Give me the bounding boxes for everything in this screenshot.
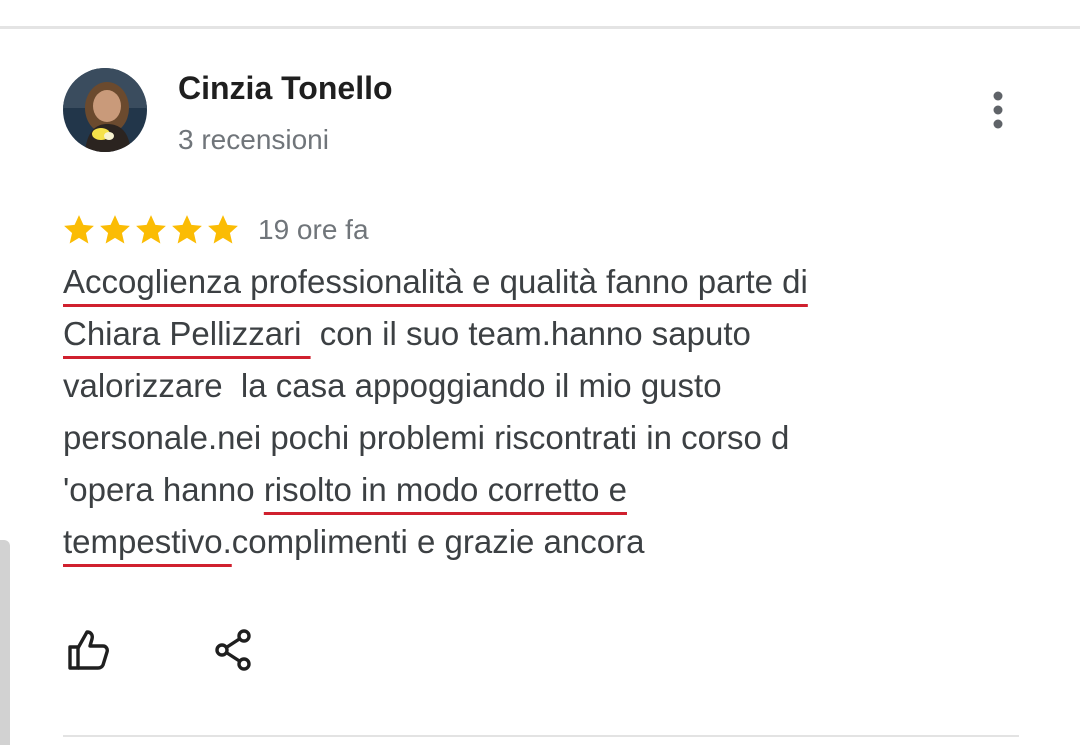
underlined-text: Chiara Pellizzari [63,315,311,352]
review-time: 19 ore fa [258,214,369,245]
share-button[interactable] [205,622,261,678]
rating-row: 19 ore fa [62,208,369,252]
review-text-segment: 'opera hanno [63,471,264,508]
review-text-line: valorizzare la casa appoggiando il mio g… [63,360,943,412]
review-text-line: Accoglienza professionalità e qualità fa… [63,256,943,308]
review-text-segment: complimenti e grazie ancora [231,523,645,560]
review-text-segment: valorizzare la casa appoggiando il mio g… [63,367,722,404]
review-text-line: tempestivo.complimenti e grazie ancora [63,516,943,568]
share-icon [215,629,251,671]
more-options-button[interactable] [976,88,1020,132]
underlined-text: Accoglienza professionalità e qualità fa… [63,263,808,300]
review-text: Accoglienza professionalità e qualità fa… [63,256,943,568]
review-text-line: Chiara Pellizzari con il suo team.hanno … [63,308,943,360]
review-text-line: personale.nei pochi problemi riscontrati… [63,412,943,464]
top-divider [0,26,1080,29]
star-icon [100,215,130,244]
underlined-text: tempestivo. [63,523,232,560]
author-name[interactable]: Cinzia Tonello [178,70,393,107]
star-icon [64,215,94,244]
author-review-count: 3 recensioni [178,124,329,155]
like-button[interactable] [60,622,116,678]
review-text-segment: personale.nei pochi problemi riscontrati… [63,419,790,456]
review-text-segment: con il suo team.hanno saputo [310,315,751,352]
left-edge-overlay [0,540,10,745]
review-text-line: 'opera hanno risolto in modo corretto e [63,464,943,516]
more-vert-icon [993,91,1003,129]
thumb-up-icon [68,630,109,670]
star-icon [208,215,238,244]
star-icon [136,215,166,244]
underlined-text: risolto in modo corretto e [263,471,627,508]
star-rating [62,213,240,247]
bottom-divider [63,735,1019,737]
avatar[interactable] [63,68,147,152]
star-icon [172,215,202,244]
